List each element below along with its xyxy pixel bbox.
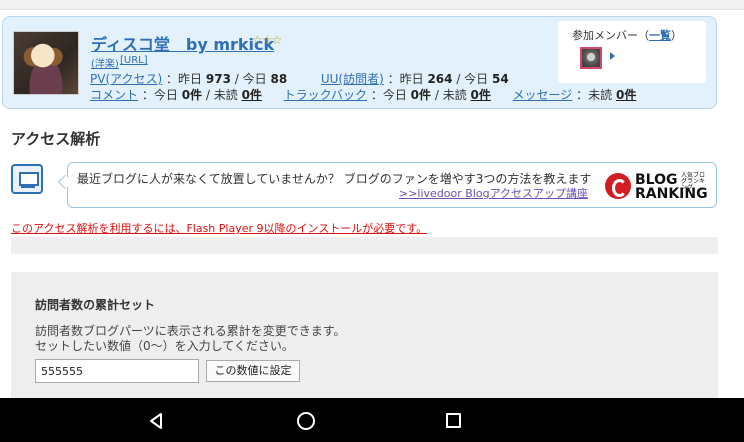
flash-warning-link[interactable]: このアクセス解析を利用するには、Flash Player 9以降のインストールが… [11,220,427,236]
message-unread-link[interactable]: 0件 [616,88,636,102]
member-label: 参加メンバー（一覧） [572,27,682,43]
blog-title-link[interactable]: ディスコ堂 by mrkick [91,31,274,55]
recent-apps-icon[interactable] [446,413,461,428]
page-title: アクセス解析 [11,130,101,148]
pv-today-label: / 今日 [234,72,267,86]
pv-link[interactable]: PV(アクセス) [90,72,162,86]
uu-yesterday-label: ：昨日 [387,72,424,86]
url-tag-link[interactable]: [URL] [120,55,148,66]
pv-uu-stats: PV(アクセス) ：昨日 973 / 今日 88 UU(訪問者) ：昨日 264… [90,70,509,87]
android-nav-bar [0,398,744,442]
member-list-link[interactable]: 一覧 [649,29,671,42]
trackback-link[interactable]: トラックバック [284,88,367,102]
monitor-icon [11,164,43,194]
uu-today-value: 54 [492,72,509,86]
trackback-unread-link[interactable]: 0件 [471,88,491,102]
counter-description-2: セットしたい数値（0〜）を入力してください。 [35,339,294,353]
uu-yesterday-value: 264 [427,72,453,86]
blog-ranking-logo[interactable]: BLOG 人気ブログランキング RANKING [605,171,709,202]
pv-yesterday-value: 973 [205,72,231,86]
pv-yesterday-label: ：昨日 [166,72,203,86]
trackback-today-value: 0件 [410,88,432,102]
comment-unread-label: / 未読 [205,88,238,102]
counter-value-input[interactable] [35,359,199,383]
promo-link[interactable]: >>livedoor Blogアクセスアップ講座 [399,185,588,201]
top-strip [0,0,744,10]
message-unread-label: ：未読 [576,88,613,102]
member-box: 参加メンバー（一覧） [558,21,706,83]
comment-today-value: 0件 [181,88,203,102]
set-counter-button[interactable]: この数値に設定 [206,360,300,382]
blog-ranking-logo-icon [605,173,631,199]
pv-today-value: 88 [270,72,288,86]
member-avatar[interactable] [580,47,602,69]
member-next-icon[interactable] [610,52,615,60]
member-label-text: 参加メンバー（ [572,29,649,42]
visitor-counter-panel: 訪問者数の累計セット 訪問者数ブログパーツに表示される累計を変更できます。 セッ… [11,272,718,400]
brand-ranking-text: RANKING [635,186,708,202]
comment-today-label: ：今日 [141,88,178,102]
counter-title: 訪問者数の累計セット [35,298,156,312]
genre-tag-link[interactable]: (洋楽) [91,55,119,70]
promo-banner[interactable]: 最近ブログに人が来なくて放置していませんか？ ブログのファンを増やす3つの方法を… [67,162,717,208]
back-icon[interactable] [148,412,164,430]
star-rating-icon: ☆☆☆ [252,33,282,47]
flash-placeholder [11,237,718,254]
blog-profile-card: ディスコ堂 by mrkick ☆☆☆ (洋楽) [URL] PV(アクセス) … [2,16,717,109]
uu-link[interactable]: UU(訪問者) [321,72,384,86]
member-label-end: ） [671,29,682,42]
comment-unread-link[interactable]: 0件 [242,88,262,102]
blog-avatar[interactable] [13,31,79,95]
comment-link[interactable]: コメント [90,88,138,102]
message-link[interactable]: メッセージ [513,88,573,102]
trackback-today-label: ：今日 [370,88,407,102]
uu-today-label: / 今日 [456,72,489,86]
home-icon[interactable] [297,412,315,430]
trackback-unread-label: / 未読 [434,88,467,102]
comment-trackback-stats: コメント ：今日 0件 / 未読 0件 トラックバック ：今日 0件 / 未読 … [90,86,636,103]
